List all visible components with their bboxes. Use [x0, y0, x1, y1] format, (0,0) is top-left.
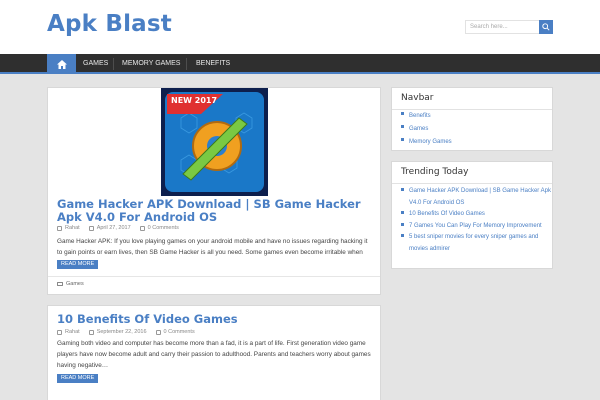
- read-more-button[interactable]: READ MORE: [57, 374, 99, 383]
- navbar-link-memory-games[interactable]: Memory Games: [401, 136, 452, 149]
- comment-icon: [155, 329, 161, 335]
- read-more-button[interactable]: READ MORE: [57, 260, 99, 269]
- nav-home-button[interactable]: [47, 54, 76, 74]
- post-thumbnail[interactable]: NEW 2017: [161, 88, 268, 196]
- author-icon: [57, 329, 62, 335]
- thumbnail-badge-text: NEW 2017: [171, 96, 217, 105]
- calendar-icon: [88, 225, 94, 231]
- trending-list: Game Hacker APK Download | SB Game Hacke…: [401, 186, 551, 255]
- widget-title: Navbar: [401, 93, 434, 103]
- nav-separator: [186, 58, 187, 70]
- nav-item-games[interactable]: Games: [83, 54, 108, 74]
- post-meta: Rahat September 22, 2016 0 Comments: [57, 329, 195, 335]
- post-author[interactable]: Rahat: [65, 329, 80, 335]
- widget-divider: [392, 183, 552, 184]
- main-nav: Games Memory Games Benefits: [0, 54, 600, 74]
- post-category: Games: [57, 281, 84, 287]
- navbar-link-games[interactable]: Games: [401, 123, 452, 136]
- calendar-icon: [88, 329, 94, 335]
- post-comments[interactable]: 0 Comments: [148, 225, 179, 231]
- post-comments[interactable]: 0 Comments: [164, 329, 195, 335]
- search-button[interactable]: [539, 20, 553, 34]
- navbar-widget: Navbar Benefits Games Memory Games: [391, 87, 553, 151]
- nav-separator: [113, 58, 114, 70]
- author-icon: [57, 225, 62, 231]
- site-header: Apk Blast Search here...: [0, 0, 600, 54]
- post-card: 10 Benefits Of Video Games Rahat Septemb…: [47, 305, 381, 400]
- card-divider: [48, 276, 380, 277]
- navbar-link-benefits[interactable]: Benefits: [401, 110, 452, 123]
- comment-icon: [139, 225, 145, 231]
- folder-icon: [57, 282, 63, 286]
- post-date: September 22, 2016: [96, 329, 147, 335]
- post-title[interactable]: Game Hacker APK Download | SB Game Hacke…: [57, 198, 377, 224]
- trending-link[interactable]: 7 Games You Can Play For Memory Improvem…: [401, 221, 551, 233]
- navbar-list: Benefits Games Memory Games: [401, 110, 452, 149]
- trending-link[interactable]: 5 best sniper movies for every sniper ga…: [401, 232, 551, 255]
- post-author[interactable]: Rahat: [65, 225, 80, 231]
- trending-link[interactable]: 10 Benefits Of Video Games: [401, 209, 551, 221]
- post-category-link[interactable]: Games: [66, 281, 84, 287]
- post-excerpt: Game Hacker APK: If you love playing gam…: [57, 238, 368, 267]
- post-title[interactable]: 10 Benefits Of Video Games: [57, 313, 377, 326]
- widget-title: Trending Today: [401, 167, 469, 177]
- home-icon: [56, 59, 67, 69]
- post-card: NEW 2017 Game Hacker APK Download | SB G…: [47, 87, 381, 295]
- trending-widget: Trending Today Game Hacker APK Download …: [391, 161, 553, 269]
- post-excerpt: Gaming both video and computer has becom…: [57, 340, 371, 369]
- trending-link[interactable]: Game Hacker APK Download | SB Game Hacke…: [401, 186, 551, 209]
- nav-item-benefits[interactable]: Benefits: [196, 54, 230, 74]
- site-title[interactable]: Apk Blast: [47, 11, 172, 37]
- post-meta: Rahat April 27, 2017 0 Comments: [57, 225, 179, 231]
- nav-item-memory-games[interactable]: Memory Games: [122, 54, 180, 74]
- post-date: April 27, 2017: [96, 225, 131, 231]
- search-icon: [542, 23, 550, 31]
